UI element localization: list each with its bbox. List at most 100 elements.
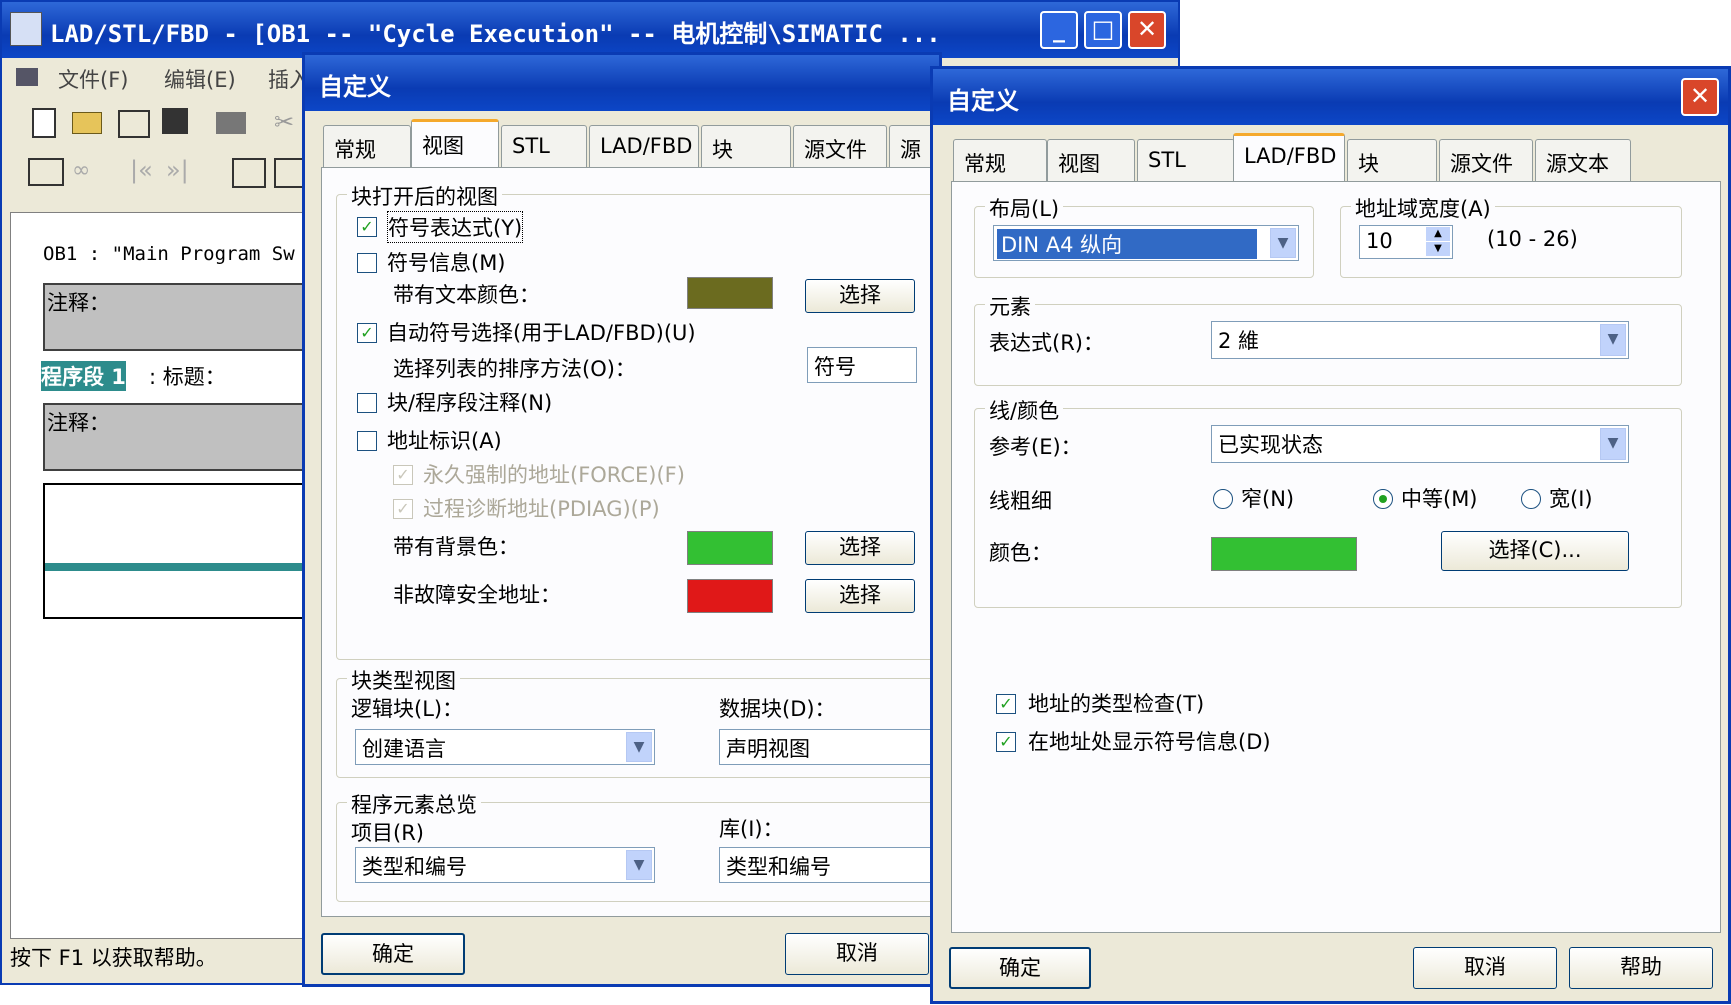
last-icon[interactable]: »| [166, 156, 189, 184]
bg-color-select-button[interactable]: 选择 [805, 531, 915, 565]
group-layout: 布局(L) DIN A4 纵向 ▼ [974, 193, 1314, 278]
narrow-radio[interactable] [1213, 489, 1233, 509]
symbol-info-label: 符号信息(M) [387, 251, 506, 275]
network-title: : 标题： [149, 365, 226, 389]
text-color-label: 带有文本颜色： [393, 283, 540, 307]
minimize-button[interactable]: _ [1040, 11, 1078, 49]
logic-block-combo[interactable]: 创建语言 ▼ [355, 729, 655, 765]
status-bar-text: 按下 F1 以获取帮助。 [10, 946, 217, 970]
reference-label: 参考(E)： [989, 435, 1082, 459]
tab-block[interactable]: 块 [701, 125, 791, 167]
block-comment[interactable]: 注释： [43, 283, 317, 351]
online-icon[interactable] [28, 158, 64, 186]
tab-lad-fbd[interactable]: LAD/FBD [589, 125, 699, 167]
glasses-icon[interactable]: ∞ [72, 158, 90, 183]
tab-general[interactable]: 常规 [323, 125, 411, 167]
text-color-swatch [687, 277, 773, 309]
first-icon[interactable]: |« [130, 156, 153, 184]
save-icon[interactable] [162, 108, 188, 134]
failsafe-color-swatch [687, 579, 773, 613]
tab-stl[interactable]: STL [1137, 139, 1235, 181]
text-color-select-button[interactable]: 选择 [805, 279, 915, 313]
library-combo[interactable]: 类型和编号 [719, 847, 939, 883]
block-comment-checkbox[interactable] [357, 393, 377, 413]
data-block-combo[interactable]: 声明视图 [719, 729, 939, 765]
wide-radio[interactable] [1521, 489, 1541, 509]
expression-combo[interactable]: 2 維 ▼ [1211, 321, 1629, 359]
line-color-swatch [1211, 537, 1357, 571]
new-icon[interactable] [32, 108, 56, 138]
force-label: 永久强制的地址(FORCE)(F) [423, 463, 685, 487]
chevron-down-icon[interactable]: ▼ [626, 732, 652, 762]
tab-source-file[interactable]: 源文件 [793, 125, 887, 167]
network-comment[interactable]: 注释： [43, 403, 317, 471]
width-range: (10 - 26) [1487, 227, 1578, 251]
tab-source-file[interactable]: 源文件 [1439, 139, 1533, 181]
zoom-icon[interactable] [274, 158, 304, 188]
dialog2-tabs: 常规 视图 STL LAD/FBD 块 源文件 源文本 [953, 133, 1731, 185]
failsafe-select-button[interactable]: 选择 [805, 579, 915, 613]
dialog1-title-bar[interactable]: 自定义 [305, 55, 939, 111]
dialog2-title-bar[interactable]: 自定义 ✕ [933, 69, 1728, 125]
open-icon[interactable] [72, 112, 102, 134]
auto-symbol-checkbox[interactable]: ✓ [357, 323, 377, 343]
ladder-network[interactable] [43, 483, 315, 619]
print-icon[interactable] [216, 112, 246, 134]
tab-source-text[interactable]: 源文本 [1535, 139, 1631, 181]
overview-icon[interactable] [232, 158, 266, 188]
chevron-down-icon[interactable]: ▼ [626, 850, 652, 880]
force-checkbox[interactable]: ✓ [393, 465, 413, 485]
symbolic-checkbox[interactable]: ✓ [357, 217, 377, 237]
tab-block[interactable]: 块 [1347, 139, 1437, 181]
customize-dialog-lad: 自定义 ✕ 常规 视图 STL LAD/FBD 块 源文件 源文本 布局(L) … [930, 66, 1731, 1004]
network-icon[interactable] [118, 110, 150, 138]
tab-stl[interactable]: STL [501, 125, 587, 167]
tab-general[interactable]: 常规 [953, 139, 1047, 181]
main-title-bar[interactable]: LAD/STL/FBD - [OB1 -- "Cycle Execution" … [2, 2, 1178, 58]
tab-view[interactable]: 视图 [411, 119, 499, 167]
close-button[interactable]: ✕ [1128, 11, 1166, 49]
dialog2-cancel-button[interactable]: 取消 [1413, 947, 1557, 989]
spin-down-icon[interactable]: ▼ [1426, 242, 1450, 256]
width-stepper[interactable]: 10 ▲ ▼ [1359, 225, 1453, 259]
group-overview-label: 程序元素总览 [347, 789, 481, 819]
dialog1-ok-button[interactable]: 确定 [321, 933, 465, 975]
dialog1-cancel-button[interactable]: 取消 [785, 933, 929, 975]
sort-method-field[interactable]: 符号 [807, 347, 917, 383]
color-select-button[interactable]: 选择(C)... [1441, 531, 1629, 571]
dialog2-close-button[interactable]: ✕ [1681, 78, 1719, 116]
menu-file[interactable]: 文件(F) [58, 64, 128, 94]
show-symbol-checkbox[interactable]: ✓ [996, 732, 1016, 752]
chevron-down-icon[interactable]: ▼ [1600, 324, 1626, 356]
menu-bar: 文件(F) 编辑(E) 插入 [6, 60, 310, 96]
item-combo[interactable]: 类型和编号 ▼ [355, 847, 655, 883]
group-line-color: 线/颜色 参考(E)： 已实现状态 ▼ 线粗细 窄(N) 中等(M) 宽(I) 颜… [974, 395, 1682, 608]
color-label: 颜色： [989, 541, 1052, 565]
item-label: 项目(R) [351, 821, 424, 845]
symbol-info-checkbox[interactable] [357, 253, 377, 273]
cut-icon[interactable]: ✂ [274, 108, 294, 136]
sort-method-label: 选择列表的排序方法(O)： [393, 357, 636, 381]
tab-lad-fbd[interactable]: LAD/FBD [1233, 133, 1345, 181]
toolbar: ✂ ∞ |« »| [6, 98, 304, 198]
dialog2-help-button[interactable]: 帮助 [1569, 947, 1713, 989]
type-check-label: 地址的类型检查(T) [1028, 692, 1205, 716]
type-check-checkbox[interactable]: ✓ [996, 694, 1016, 714]
tab-view[interactable]: 视图 [1047, 139, 1135, 181]
spin-up-icon[interactable]: ▲ [1426, 227, 1450, 241]
maximize-button[interactable]: □ [1084, 11, 1122, 49]
menu-edit[interactable]: 编辑(E) [164, 64, 236, 94]
chevron-down-icon[interactable]: ▼ [1600, 428, 1626, 460]
dialog1-panel: 块打开后的视图 ✓ 符号表达式(Y) 符号信息(M) 带有文本颜色： 选择 ✓ … [321, 167, 956, 917]
dialog2-ok-button[interactable]: 确定 [949, 947, 1091, 989]
chevron-down-icon[interactable]: ▼ [1270, 228, 1296, 258]
pdiag-checkbox[interactable]: ✓ [393, 499, 413, 519]
address-id-checkbox[interactable] [357, 431, 377, 451]
data-block-label: 数据块(D)： [719, 697, 836, 721]
layout-combo[interactable]: DIN A4 纵向 ▼ [993, 225, 1299, 261]
reference-combo[interactable]: 已实现状态 ▼ [1211, 425, 1629, 463]
medium-radio[interactable] [1373, 489, 1393, 509]
network-label[interactable]: 程序段 1 [41, 361, 126, 391]
element-label: 元素 [985, 291, 1035, 321]
expression-label: 表达式(R)： [989, 331, 1104, 355]
